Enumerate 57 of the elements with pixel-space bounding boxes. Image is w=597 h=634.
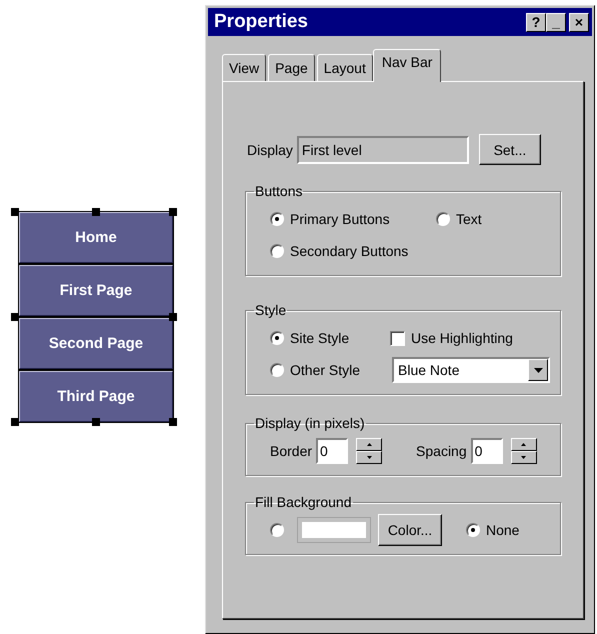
selection-handle[interactable] (169, 208, 177, 216)
display-field[interactable]: First level (296, 136, 469, 164)
group-title: Style (254, 302, 288, 318)
radio-button[interactable] (270, 331, 284, 345)
radio-button[interactable] (466, 523, 480, 537)
radio-label: None (486, 522, 520, 538)
down-arrow-icon (366, 456, 372, 459)
style-dropdown[interactable]: Blue Note (392, 357, 550, 383)
tab[interactable]: Nav Bar (372, 49, 442, 82)
number-field[interactable]: 0 (316, 438, 348, 464)
up-arrow-icon (366, 443, 372, 446)
selection-handle[interactable] (169, 418, 177, 426)
tab[interactable]: Layout (316, 54, 373, 81)
radio-button[interactable] (270, 363, 284, 377)
tab[interactable]: Page (268, 54, 315, 81)
title-bar-button[interactable]: × (569, 12, 589, 32)
radio-button[interactable] (270, 523, 284, 537)
number-field[interactable]: 0 (470, 438, 503, 464)
set-button[interactable]: Set... (478, 134, 541, 165)
radio-button[interactable] (270, 244, 284, 258)
tab[interactable]: View (222, 54, 266, 81)
field-label: Spacing (416, 443, 467, 459)
nav-button[interactable]: Second Page (19, 318, 173, 369)
title-bar-button[interactable]: _ (546, 12, 566, 32)
field-label: Border (270, 443, 312, 459)
radio-button[interactable] (436, 212, 450, 226)
radio-label: Site Style (290, 330, 350, 346)
selection-handle[interactable] (11, 418, 19, 426)
window-title: Properties (214, 11, 308, 33)
radio-label: Primary Buttons (290, 211, 390, 227)
down-arrow-icon (521, 456, 526, 459)
selection-handle[interactable] (11, 313, 19, 321)
up-arrow-icon (521, 443, 526, 446)
radio-label: Other Style (290, 362, 360, 378)
nav-button[interactable]: Home (19, 212, 173, 263)
nav-button[interactable]: First Page (19, 265, 173, 316)
selection-handle[interactable] (92, 208, 100, 216)
checkbox[interactable] (390, 330, 405, 346)
group-title: Buttons (254, 183, 304, 199)
radio-label: Secondary Buttons (290, 243, 408, 259)
color-button[interactable]: Color... (378, 514, 442, 546)
group-title: Display (in pixels) (254, 415, 366, 431)
radio-label: Text (456, 211, 482, 227)
nav-button[interactable]: Third Page (19, 371, 173, 422)
selection-handle[interactable] (169, 313, 177, 321)
spin-down-button[interactable] (356, 451, 382, 464)
spin-up-button[interactable] (510, 438, 537, 451)
selection-handle[interactable] (92, 418, 100, 426)
spin-down-button[interactable] (510, 451, 537, 464)
dropdown-arrow-icon (534, 368, 542, 372)
group-title: Fill Background (254, 494, 352, 510)
checkbox-label: Use Highlighting (411, 330, 513, 346)
spin-up-button[interactable] (356, 438, 382, 451)
selection-handle[interactable] (11, 208, 19, 216)
radio-button[interactable] (270, 212, 284, 226)
title-bar-button[interactable]: ? (526, 12, 546, 32)
display-label: Display (247, 142, 293, 158)
